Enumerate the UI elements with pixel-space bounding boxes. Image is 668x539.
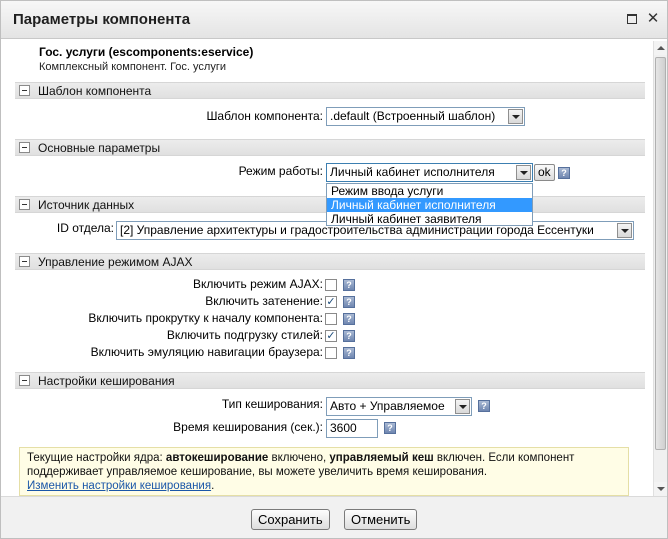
component-settings-dialog: Параметры компонента ✕ Гос. услуги (esco…	[0, 0, 668, 539]
section-cache-header[interactable]: Настройки кеширования	[15, 372, 645, 389]
ajax-option-label: Включить прокрутку к началу компонента:	[88, 311, 323, 325]
collapse-icon[interactable]	[19, 85, 30, 96]
help-icon[interactable]: ?	[343, 330, 355, 342]
dept-label: ID отдела:	[56, 221, 114, 235]
browser-navigation-checkbox[interactable]	[325, 347, 337, 359]
cache-note: Текущие настройки ядра: автокеширование …	[19, 447, 629, 496]
chevron-down-icon[interactable]	[516, 165, 531, 180]
section-main-header[interactable]: Основные параметры	[15, 139, 645, 156]
vertical-scrollbar[interactable]	[653, 41, 667, 496]
section-ajax-header[interactable]: Управление режимом AJAX	[15, 253, 645, 270]
component-description: Комплексный компонент. Гос. услуги	[39, 61, 226, 73]
ajax-option-label: Включить эмуляцию навигации браузера:	[90, 345, 323, 359]
save-button[interactable]: Сохранить	[251, 509, 330, 530]
title-bar: Параметры компонента ✕	[1, 1, 667, 39]
ajax-option-label: Включить затенение:	[205, 294, 323, 308]
help-icon[interactable]: ?	[558, 167, 570, 179]
scroll-down-icon[interactable]	[654, 482, 667, 496]
shading-checkbox[interactable]: ✓	[325, 296, 337, 308]
help-icon[interactable]: ?	[343, 279, 355, 291]
ajax-option-label: Включить режим AJAX:	[192, 277, 323, 291]
mode-label: Режим работы:	[238, 164, 323, 178]
mode-select[interactable]: Личный кабинет исполнителя	[326, 163, 533, 182]
collapse-icon[interactable]	[19, 142, 30, 153]
chevron-down-icon[interactable]	[617, 223, 632, 238]
scroll-thumb[interactable]	[655, 57, 666, 450]
maximize-icon[interactable]	[625, 12, 639, 26]
cache-time-label: Время кеширования (сек.):	[173, 420, 323, 434]
help-icon[interactable]: ?	[343, 347, 355, 359]
collapse-icon[interactable]	[19, 199, 30, 210]
cache-type-select[interactable]: Авто + Управляемое	[326, 397, 472, 416]
chevron-down-icon[interactable]	[455, 399, 470, 414]
mode-ok-button[interactable]: ok	[534, 164, 555, 181]
dialog-title: Параметры компонента	[13, 11, 191, 28]
load-styles-checkbox[interactable]: ✓	[325, 330, 337, 342]
dropdown-option[interactable]: Режим ввода услуги	[327, 184, 532, 198]
section-title: Основные параметры	[38, 141, 161, 155]
close-icon[interactable]: ✕	[646, 11, 660, 26]
cache-settings-link[interactable]: Изменить настройки кеширования	[27, 480, 211, 492]
dialog-footer: Сохранить Отменить	[1, 496, 667, 538]
dropdown-option[interactable]: Личный кабинет заявителя	[327, 212, 532, 226]
scroll-to-top-checkbox[interactable]	[325, 313, 337, 325]
help-icon[interactable]: ?	[343, 313, 355, 325]
ajax-mode-checkbox[interactable]	[325, 279, 337, 291]
component-name: Гос. услуги (escomponents:eservice)	[39, 45, 254, 59]
scroll-up-icon[interactable]	[654, 41, 667, 55]
cancel-button[interactable]: Отменить	[344, 509, 418, 530]
section-title: Управление режимом AJAX	[38, 255, 193, 269]
dialog-content: Гос. услуги (escomponents:eservice) Комп…	[9, 41, 651, 496]
help-icon[interactable]: ?	[384, 422, 396, 434]
section-template-header[interactable]: Шаблон компонента	[15, 82, 645, 99]
component-header: Гос. услуги (escomponents:eservice) Комп…	[39, 45, 253, 73]
cache-type-label: Тип кеширования:	[221, 397, 323, 411]
section-title: Настройки кеширования	[38, 374, 175, 388]
cache-time-input[interactable]: 3600	[326, 419, 378, 438]
template-label: Шаблон компонента:	[206, 109, 323, 123]
collapse-icon[interactable]	[19, 256, 30, 267]
chevron-down-icon[interactable]	[508, 109, 523, 124]
ajax-option-label: Включить подгрузку стилей:	[166, 328, 323, 342]
collapse-icon[interactable]	[19, 375, 30, 386]
section-title: Источник данных	[38, 198, 135, 212]
help-icon[interactable]: ?	[478, 400, 490, 412]
dropdown-option-selected[interactable]: Личный кабинет исполнителя	[327, 198, 532, 212]
mode-dropdown-list: Режим ввода услуги Личный кабинет исполн…	[326, 183, 533, 226]
template-select[interactable]: .default (Встроенный шаблон)	[326, 107, 525, 126]
section-title: Шаблон компонента	[38, 84, 152, 98]
help-icon[interactable]: ?	[343, 296, 355, 308]
